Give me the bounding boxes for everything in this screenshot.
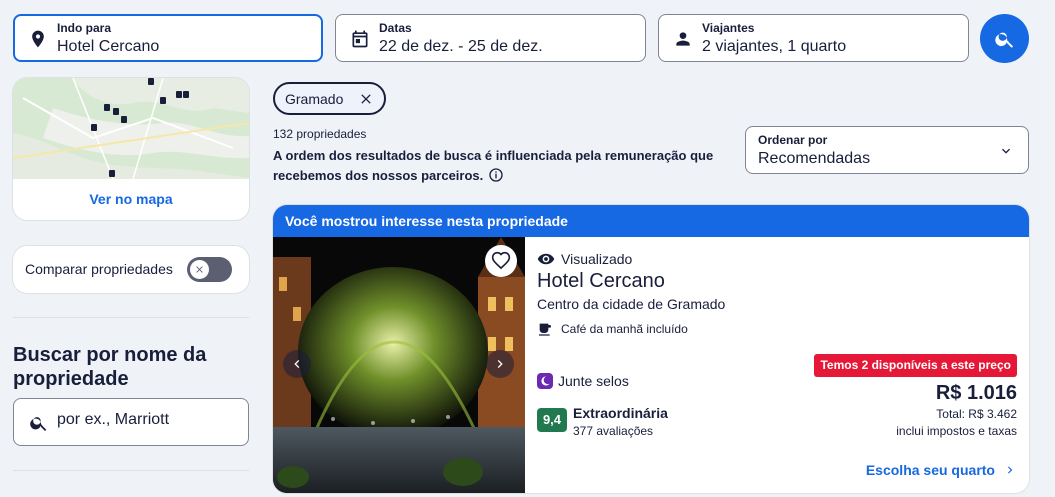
sidebar-divider: [13, 470, 249, 471]
compare-properties-toggle[interactable]: [187, 257, 232, 282]
location-pin-icon: [32, 30, 44, 48]
filter-chip-label: Gramado: [285, 90, 344, 107]
heart-icon: [491, 251, 511, 270]
property-name-search-input[interactable]: [57, 411, 237, 429]
chevron-right-icon: [1008, 466, 1013, 474]
sort-label: Ordenar por: [758, 133, 828, 147]
map-thumbnail[interactable]: [13, 78, 249, 179]
property-photo[interactable]: [273, 237, 525, 493]
sort-value: Recomendadas: [758, 150, 871, 167]
map-card[interactable]: Ver no mapa: [13, 78, 249, 220]
destination-label: Indo para: [57, 21, 112, 35]
choose-room-label: Escolha seu quarto: [865, 462, 995, 478]
property-location: Centro da cidade de Gramado: [537, 296, 726, 312]
search-icon: [994, 32, 1013, 48]
review-count: 377 avaliações: [573, 424, 654, 438]
availability-badge: Temos 2 disponíveis a este preço: [814, 354, 1017, 377]
travelers-value: 2 viajantes, 1 quarto: [702, 38, 847, 55]
coffee-icon: [539, 323, 551, 336]
close-icon: [196, 266, 203, 273]
results-count: 132 propriedades: [273, 127, 367, 141]
close-icon[interactable]: [358, 91, 374, 107]
calendar-icon: [352, 30, 368, 48]
search-button[interactable]: [980, 14, 1029, 63]
next-photo-button[interactable]: [486, 350, 514, 378]
stamps-label: Junte selos: [558, 373, 629, 389]
destination-value: Hotel Cercano: [57, 38, 160, 55]
toggle-knob: [190, 260, 209, 279]
destination-field[interactable]: Indo para Hotel Cercano: [13, 14, 323, 62]
property-name-search-field[interactable]: [13, 398, 249, 446]
rating-score-badge: 9,4: [537, 408, 567, 432]
amenity-label: Café da manhã incluído: [561, 322, 688, 336]
filter-chip-gramado[interactable]: Gramado: [273, 82, 386, 115]
viewed-label: Visualizado: [561, 251, 633, 267]
search-icon: [30, 417, 47, 431]
compare-properties-label: Comparar propriedades: [25, 261, 173, 277]
collect-stamps: Junte selos: [537, 373, 629, 389]
previous-photo-button[interactable]: [283, 350, 311, 378]
favorite-button[interactable]: [485, 245, 517, 277]
chevron-left-icon: [294, 360, 300, 368]
chevron-down-icon: [1002, 148, 1010, 154]
interest-banner: Você mostrou interesse nesta propriedade: [273, 205, 1029, 237]
dates-value: 22 de dez. - 25 de dez.: [379, 38, 543, 55]
amenity-breakfast: Café da manhã incluído: [537, 321, 688, 337]
property-name-search-heading: Buscar por nome da propriedade: [13, 344, 207, 390]
eye-icon: [537, 253, 555, 265]
nightly-price: R$ 1.016: [935, 382, 1017, 404]
ranking-notice: A ordem dos resultados de busca é influe…: [273, 146, 743, 186]
travelers-label: Viajantes: [702, 21, 755, 35]
dates-field[interactable]: Datas 22 de dez. - 25 de dez.: [335, 14, 646, 62]
travelers-field[interactable]: Viajantes 2 viajantes, 1 quarto: [658, 14, 969, 62]
property-card[interactable]: Você mostrou interesse nesta propriedade: [273, 205, 1029, 493]
taxes-note: inclui impostos e taxas: [896, 424, 1017, 438]
choose-room-link[interactable]: Escolha seu quarto: [866, 462, 1017, 478]
chevron-right-icon: [497, 360, 503, 368]
person-icon: [676, 32, 690, 46]
rating-word: Extraordinária: [573, 405, 668, 421]
compare-properties-card: Comparar propriedades: [13, 246, 249, 293]
sort-dropdown[interactable]: Ordenar por Recomendadas: [745, 126, 1029, 174]
view-on-map-link[interactable]: Ver no mapa: [13, 191, 249, 207]
property-name[interactable]: Hotel Cercano: [537, 270, 665, 293]
sidebar-divider: [13, 317, 249, 318]
stamp-icon: [537, 373, 553, 389]
info-icon[interactable]: [488, 167, 504, 183]
total-price: Total: R$ 3.462: [936, 407, 1017, 421]
dates-label: Datas: [379, 21, 412, 35]
viewed-indicator: Visualizado: [537, 250, 632, 268]
